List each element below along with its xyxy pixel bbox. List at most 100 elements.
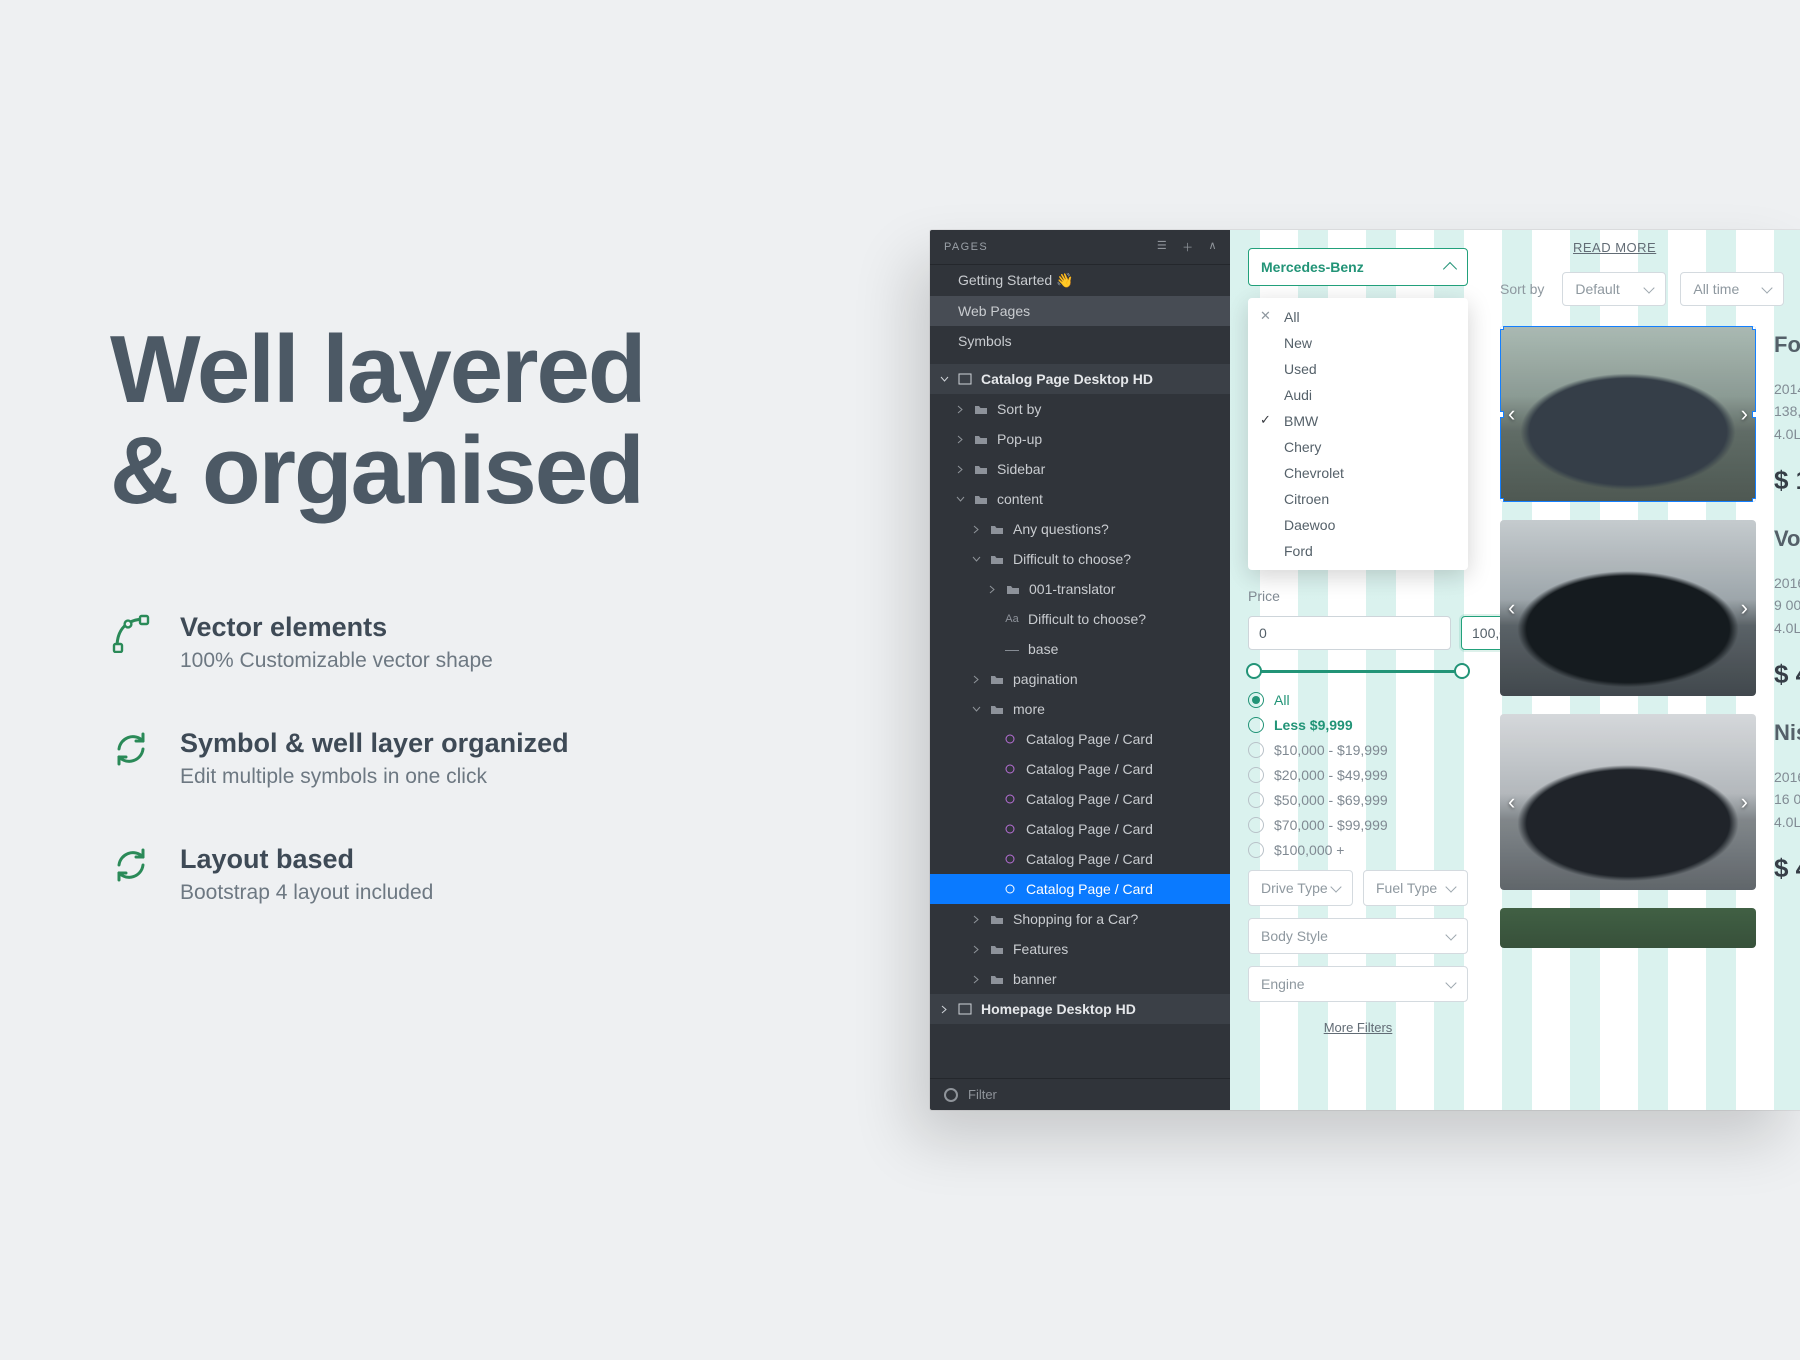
chevron-down-icon [972,705,981,714]
layers-header: PAGES ☰ ＋ ∧ [930,230,1230,265]
listing-card[interactable]: ‹ › Vo 2016 9 00 4.0L $ 4 [1500,520,1800,696]
check-icon: ✓ [1260,412,1271,428]
feature-title: Vector elements [180,612,493,643]
card-info: Nis 2016 16 0 4.0L $ 4 [1774,714,1800,890]
layer-card-symbol[interactable]: Catalog Page / Card [930,814,1230,844]
chevron-right-icon [972,975,981,984]
dropdown-option[interactable]: Daewoo [1248,512,1468,538]
folder-icon [989,911,1005,927]
sort-label: Sort by [1500,281,1544,297]
sort-select[interactable]: Default [1562,272,1666,306]
add-page-icon[interactable]: ＋ [1182,239,1194,255]
headline: Well layered & organised [110,320,860,522]
layer-card-symbol[interactable]: Catalog Page / Card [930,784,1230,814]
folder-icon [973,461,989,477]
radio-10-20[interactable]: $10,000 - $19,999 [1248,742,1468,758]
layer-translator[interactable]: 001-translator [930,574,1230,604]
page-symbols[interactable]: Symbols [930,326,1230,356]
chevron-down-icon [972,555,981,564]
layer-features[interactable]: Features [930,934,1230,964]
list-view-icon[interactable]: ☰ [1157,239,1168,255]
engine-select[interactable]: Engine [1248,966,1468,1002]
card-price: $ 4 [1774,659,1800,690]
listing-card[interactable]: ‹ › Nis 2016 16 0 4.0L $ 4 [1500,714,1800,890]
read-more-link[interactable]: READ MORE [1573,240,1800,255]
dropdown-option[interactable]: ✓BMW [1248,408,1468,434]
vector-icon [110,612,152,654]
listing-card[interactable]: ‹ › Fo 2014 138, 4.0L $ 1 [1500,326,1800,502]
feature-sub: Bootstrap 4 layout included [180,881,433,905]
dropdown-option[interactable]: Citroen [1248,486,1468,512]
page-getting-started[interactable]: Getting Started 👋 [930,265,1230,296]
chevron-right-icon [972,915,981,924]
chevron-right-icon[interactable]: › [1741,595,1748,621]
chevron-right-icon[interactable]: › [1741,789,1748,815]
dropdown-option[interactable]: Audi [1248,382,1468,408]
price-range-inputs [1248,616,1468,650]
features-list: Vector elements 100% Customizable vector… [110,612,860,905]
dropdown-option[interactable]: Ford [1248,538,1468,564]
radio-100plus[interactable]: $100,000 + [1248,842,1468,858]
fuel-type-select[interactable]: Fuel Type [1363,870,1468,906]
radio-20-50[interactable]: $20,000 - $49,999 [1248,767,1468,783]
layer-card-symbol[interactable]: Catalog Page / Card [930,724,1230,754]
layer-difficult[interactable]: Difficult to choose? [930,544,1230,574]
layer-card-symbol[interactable]: Catalog Page / Card [930,844,1230,874]
slider-thumb-max[interactable] [1454,663,1470,679]
chevron-right-icon [972,945,981,954]
period-select[interactable]: All time [1680,272,1784,306]
radio-70-100[interactable]: $70,000 - $99,999 [1248,817,1468,833]
radio-less-10k[interactable]: Less $9,999 [1248,717,1468,733]
drive-type-select[interactable]: Drive Type [1248,870,1353,906]
brand-select[interactable]: Mercedes-Benz [1248,248,1468,286]
page-web-pages[interactable]: Web Pages [930,296,1230,326]
artboard-catalog[interactable]: Catalog Page Desktop HD [930,364,1230,394]
layer-card-symbol-selected[interactable]: Catalog Page / Card [930,874,1230,904]
layer-text-difficult[interactable]: Aa Difficult to choose? [930,604,1230,634]
folder-icon [989,551,1005,567]
radio-all[interactable]: All [1248,692,1468,708]
layer-sort-by[interactable]: Sort by [930,394,1230,424]
chevron-left-icon[interactable]: ‹ [1508,401,1515,427]
layer-shopping[interactable]: Shopping for a Car? [930,904,1230,934]
body-style-select[interactable]: Body Style [1248,918,1468,954]
layer-pagination[interactable]: pagination [930,664,1230,694]
price-min-input[interactable] [1248,616,1451,650]
collapse-icon[interactable]: ∧ [1209,239,1218,255]
chevron-right-icon[interactable]: › [1741,401,1748,427]
artboard-homepage[interactable]: Homepage Desktop HD [930,994,1230,1024]
design-tool-mock: PAGES ☰ ＋ ∧ Getting Started 👋 Web Pages … [930,230,1800,1110]
chevron-left-icon[interactable]: ‹ [1508,789,1515,815]
brand-dropdown: ✕All New Used Audi ✓BMW Chery Chevrolet … [1248,298,1468,570]
dropdown-option[interactable]: Chery [1248,434,1468,460]
feature-symbol: Symbol & well layer organized Edit multi… [110,728,860,789]
folder-icon [973,431,989,447]
chevron-right-icon [956,405,965,414]
more-filters-link[interactable]: More Filters [1248,1020,1468,1035]
marketing-column: Well layered & organised Vector elements… [110,320,860,960]
slider-thumb-min[interactable] [1246,663,1262,679]
chevron-left-icon[interactable]: ‹ [1508,595,1515,621]
layer-filter[interactable]: Filter [930,1078,1230,1110]
dropdown-option[interactable]: Chevrolet [1248,460,1468,486]
layer-sidebar[interactable]: Sidebar [930,454,1230,484]
layer-popup[interactable]: Pop-up [930,424,1230,454]
layer-card-symbol[interactable]: Catalog Page / Card [930,754,1230,784]
dropdown-option[interactable]: Used [1248,356,1468,382]
radio-50-70[interactable]: $50,000 - $69,999 [1248,792,1468,808]
layer-more[interactable]: more [930,694,1230,724]
chevron-right-icon [988,585,997,594]
sort-row: Sort by Default All time [1500,272,1800,306]
dropdown-option[interactable]: ✕All [1248,304,1468,330]
layer-content[interactable]: content [930,484,1230,514]
layer-rect-base[interactable]: — base [930,634,1230,664]
layer-banner[interactable]: banner [930,964,1230,994]
listing-card[interactable] [1500,908,1800,948]
layer-any-questions[interactable]: Any questions? [930,514,1230,544]
price-slider[interactable] [1248,662,1468,680]
artboard-icon [957,1001,973,1017]
card-info: Fo 2014 138, 4.0L $ 1 [1774,326,1800,502]
chevron-right-icon [956,435,965,444]
symbol-icon [1002,731,1018,747]
dropdown-option[interactable]: New [1248,330,1468,356]
